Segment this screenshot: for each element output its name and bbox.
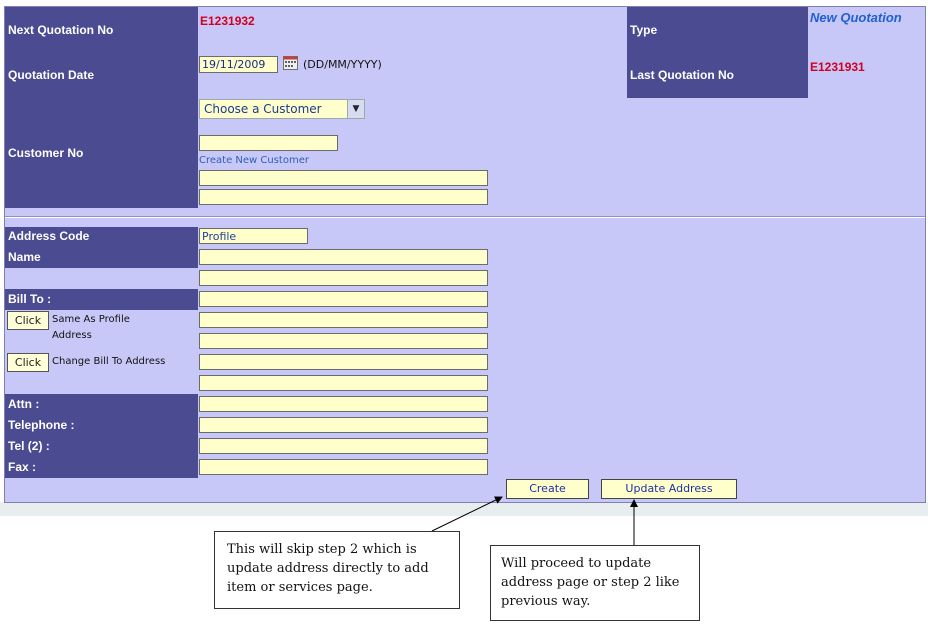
callout-arrows [431,496,638,545]
create-callout: This will skip step 2 which is update ad… [214,531,460,609]
update-callout: Will proceed to update address page or s… [490,545,700,621]
create-arrow [431,496,503,532]
